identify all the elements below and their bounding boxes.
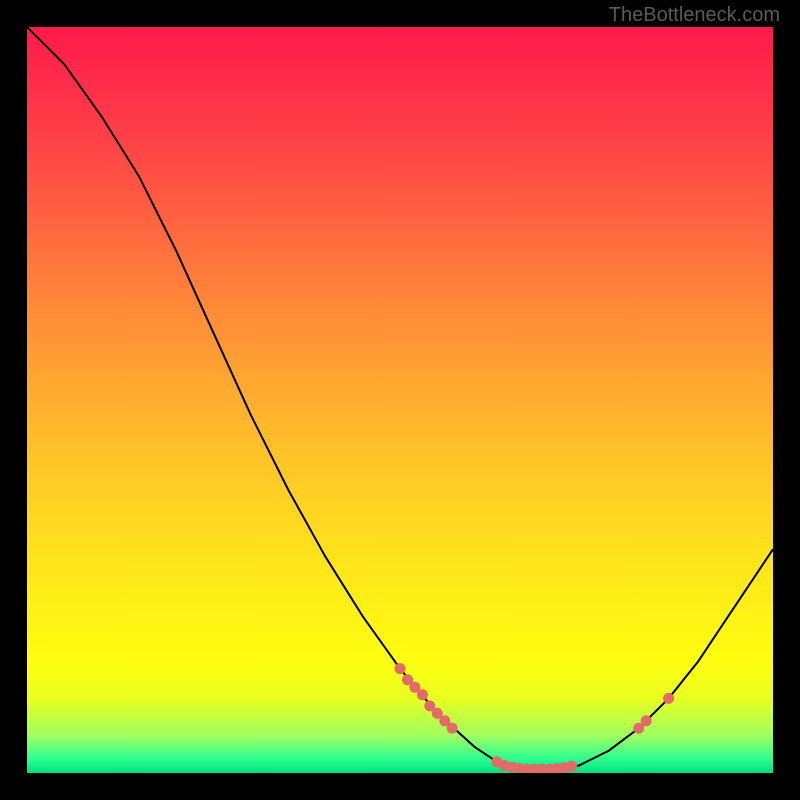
data-markers	[395, 663, 675, 773]
data-marker	[641, 715, 652, 726]
data-marker	[566, 761, 577, 772]
data-marker	[417, 689, 428, 700]
bottleneck-curve	[27, 27, 773, 769]
data-marker	[395, 663, 406, 674]
watermark-text: TheBottleneck.com	[609, 4, 780, 27]
data-marker	[447, 723, 458, 734]
chart-svg	[27, 27, 773, 773]
chart-plot-area	[27, 27, 773, 773]
data-marker	[663, 693, 674, 704]
